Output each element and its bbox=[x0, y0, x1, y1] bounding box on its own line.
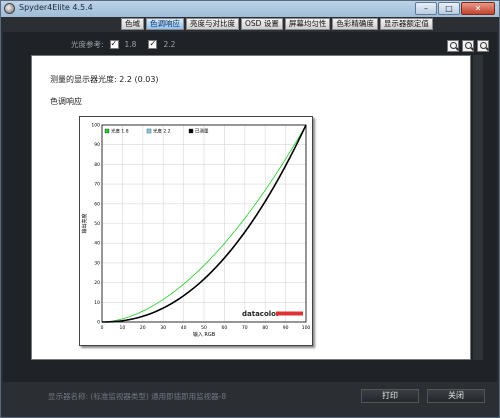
x-tick-label: 100 bbox=[302, 325, 311, 331]
x-tick-label: 20 bbox=[140, 325, 146, 331]
x-tick-label: 10 bbox=[120, 325, 126, 331]
legend-label: 光度 1.8 bbox=[111, 128, 129, 135]
tone-response-chart: 0 10 20 30 40 50 60 70 80 90 100 0 10 20 30 40 50 60 70 80 9… bbox=[79, 116, 313, 346]
x-tick-label: 0 bbox=[101, 325, 104, 331]
window-controls: – □ ✕ bbox=[415, 2, 495, 15]
y-tick-label: 40 bbox=[94, 241, 100, 247]
chart-svg: 0 10 20 30 40 50 60 70 80 90 100 0 10 20 30 40 50 60 70 80 9… bbox=[81, 123, 311, 339]
section-title: 色调响应 bbox=[50, 97, 82, 106]
gamma-2-2-checkbox[interactable] bbox=[148, 39, 158, 49]
gamma-1-8-checkbox[interactable] bbox=[109, 39, 119, 49]
legend-label: 光度 2.2 bbox=[153, 128, 171, 135]
x-tick-label: 60 bbox=[222, 325, 228, 331]
tab-color-accuracy[interactable]: 色彩精确度 bbox=[332, 18, 378, 30]
gamma-2-2-label: 2.2 bbox=[163, 40, 176, 49]
vertical-scrollbar[interactable] bbox=[473, 55, 483, 360]
legend-swatch bbox=[188, 128, 194, 134]
datacolor-watermark: datacolor bbox=[242, 310, 280, 318]
title-bar: Spyder4Elite 4.5.4 – □ ✕ bbox=[1, 1, 499, 17]
x-tick-label: 40 bbox=[181, 325, 187, 331]
zoom-in-icon[interactable] bbox=[447, 40, 459, 52]
app-window: Spyder4Elite 4.5.4 – □ ✕ 色域 色调响应 亮度与对比度 … bbox=[0, 0, 500, 418]
report-panel: 测量的显示器光度: 2.2 (0.03) 色调响应 0 10 20 30 40 50 60 7… bbox=[31, 55, 471, 360]
close-window-button[interactable]: ✕ bbox=[461, 2, 495, 15]
x-axis-label: 输入 RGB bbox=[193, 331, 216, 338]
y-tick-label: 80 bbox=[94, 162, 100, 168]
tab-gamut[interactable]: 色域 bbox=[121, 18, 144, 30]
window-title: Spyder4Elite 4.5.4 bbox=[19, 3, 93, 12]
y-tick-label: 10 bbox=[94, 300, 100, 306]
datacolor-watermark-bar bbox=[276, 311, 303, 316]
minimize-button[interactable]: – bbox=[415, 2, 437, 15]
display-name-text: 显示器名称: (标准监视器类型) 通用即插即用监视器-8 bbox=[48, 392, 227, 401]
x-tick-label: 70 bbox=[242, 325, 248, 331]
measured-gamma-text: 测量的显示器光度: 2.2 (0.03) bbox=[50, 75, 159, 84]
maximize-button[interactable]: □ bbox=[438, 2, 460, 15]
y-axis-label: 输出亮度 bbox=[81, 213, 88, 233]
y-tick-label: 50 bbox=[94, 221, 100, 227]
gamma-1-8-label: 1.8 bbox=[124, 40, 137, 49]
y-tick-label: 60 bbox=[94, 201, 100, 207]
tab-brightness-contrast[interactable]: 亮度与对比度 bbox=[186, 18, 239, 30]
y-tick-label: 70 bbox=[94, 182, 100, 188]
legend-swatch bbox=[146, 128, 152, 134]
x-tick-label: 80 bbox=[262, 325, 268, 331]
tab-display-rating[interactable]: 显示器额定值 bbox=[379, 18, 433, 30]
zoom-fit-icon[interactable] bbox=[477, 40, 489, 52]
y-tick-label: 90 bbox=[94, 142, 100, 148]
zoom-out-icon[interactable] bbox=[462, 40, 474, 52]
tab-screen-uniformity[interactable]: 屏幕均匀性 bbox=[284, 18, 331, 30]
y-tick-label: 20 bbox=[94, 280, 100, 286]
gamma-reference-bar: 光度参考: 1.8 2.2 bbox=[71, 39, 181, 50]
close-button[interactable]: 关闭 bbox=[427, 389, 485, 403]
x-tick-label: 30 bbox=[160, 325, 166, 331]
legend-label: 已测量 bbox=[195, 128, 209, 135]
y-tick-label: 30 bbox=[94, 260, 100, 266]
zoom-controls bbox=[447, 40, 489, 52]
legend-swatch bbox=[104, 128, 110, 134]
report-tabs: 色域 色调响应 亮度与对比度 OSD 设置 屏幕均匀性 色彩精确度 显示器额定值 bbox=[121, 18, 433, 30]
y-tick-label: 100 bbox=[91, 123, 100, 129]
x-tick-label: 50 bbox=[201, 325, 207, 331]
tab-osd-settings[interactable]: OSD 设置 bbox=[241, 18, 283, 30]
print-button[interactable]: 打印 bbox=[361, 389, 419, 403]
x-tick-label: 90 bbox=[283, 325, 289, 331]
gamma-reference-label: 光度参考: bbox=[71, 40, 104, 49]
spyder-app-icon bbox=[4, 3, 15, 14]
y-tick-label: 0 bbox=[97, 320, 100, 326]
tab-tone-response[interactable]: 色调响应 bbox=[146, 18, 184, 30]
